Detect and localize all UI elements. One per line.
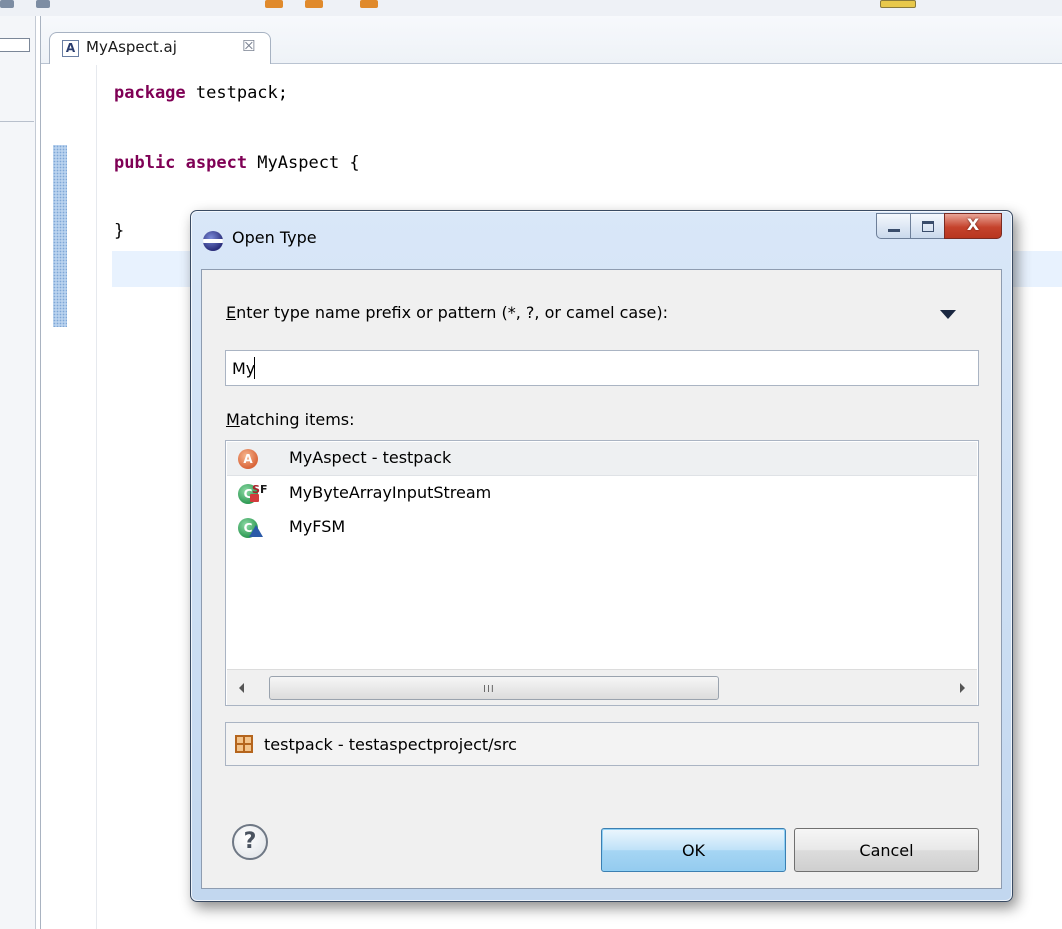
- toolbar-icon[interactable]: [265, 0, 283, 8]
- dialog-title: Open Type: [232, 228, 317, 247]
- code-line: package testpack;: [114, 83, 289, 103]
- static-final-class-icon: C SF: [238, 483, 267, 504]
- scroll-thumb[interactable]: III: [269, 676, 719, 700]
- scroll-grip: III: [483, 684, 495, 695]
- tab-label: MyAspect.aj: [86, 38, 177, 56]
- list-item-label: MyFSM: [289, 517, 346, 536]
- close-icon: X: [966, 215, 980, 234]
- left-side-panel: [0, 16, 36, 929]
- matching-items-list[interactable]: A MyAspect - testpack C SF MyByteArrayIn…: [225, 440, 979, 706]
- minimize-icon: [888, 229, 900, 232]
- toolbar-icon[interactable]: [36, 0, 50, 8]
- tab-myaspect[interactable]: A MyAspect.aj ☒: [49, 32, 271, 64]
- dialog-titlebar[interactable]: Open Type X: [191, 211, 1012, 269]
- history-dropdown-icon[interactable]: [940, 310, 956, 319]
- aspect-icon: A: [238, 449, 258, 469]
- matching-items-label: Matching items:: [226, 410, 355, 429]
- dialog-client-area: Enter type name prefix or pattern (*, ?,…: [201, 269, 1002, 889]
- maximize-button[interactable]: [910, 213, 944, 239]
- panel-divider: [0, 121, 34, 122]
- toolbar-icon[interactable]: [880, 0, 916, 8]
- type-name-input[interactable]: [225, 350, 979, 386]
- list-item-label: MyByteArrayInputStream: [289, 483, 492, 502]
- minimize-button[interactable]: [876, 213, 910, 239]
- text-caret: [254, 357, 255, 379]
- package-icon: [235, 735, 253, 753]
- toolbar-icon[interactable]: [305, 0, 323, 8]
- type-name-prompt: Enter type name prefix or pattern (*, ?,…: [226, 303, 669, 322]
- help-button[interactable]: ?: [232, 824, 268, 860]
- ide-toolbar: [0, 0, 1062, 16]
- eclipse-icon: [203, 231, 223, 251]
- class-icon: C: [238, 518, 263, 538]
- close-button[interactable]: X: [944, 213, 1002, 239]
- code-line: }: [114, 221, 125, 241]
- scroll-right-arrow-icon[interactable]: [960, 683, 965, 693]
- aspectj-file-icon: A: [62, 40, 79, 57]
- restore-view-icon[interactable]: [0, 38, 30, 52]
- list-item[interactable]: A MyAspect - testpack: [227, 442, 977, 476]
- overview-range-indicator: [53, 145, 67, 327]
- open-type-dialog: Open Type X Enter type name prefix or pa…: [190, 210, 1013, 902]
- list-item[interactable]: C SF MyByteArrayInputStream: [227, 477, 977, 511]
- toolbar-icon[interactable]: [360, 0, 378, 8]
- list-item[interactable]: C MyFSM: [227, 511, 977, 545]
- window-controls: X: [876, 213, 1002, 239]
- maximize-icon: [922, 221, 934, 232]
- selection-details-bar: testpack - testaspectproject/src: [225, 722, 979, 766]
- toolbar-icon[interactable]: [0, 0, 14, 8]
- code-line: public aspect MyAspect {: [114, 153, 360, 173]
- scroll-left-arrow-icon[interactable]: [239, 683, 244, 693]
- ok-button[interactable]: OK: [601, 828, 786, 872]
- view-menu-icon[interactable]: [0, 80, 30, 90]
- package-path-label: testpack - testaspectproject/src: [264, 735, 517, 754]
- horizontal-scrollbar[interactable]: III: [227, 669, 977, 705]
- tab-close-icon[interactable]: ☒: [242, 37, 255, 55]
- editor-gutter: [41, 65, 97, 929]
- cancel-button[interactable]: Cancel: [794, 828, 979, 872]
- editor-tab-bar: A MyAspect.aj ☒: [41, 16, 1062, 64]
- list-item-label: MyAspect - testpack: [289, 448, 452, 467]
